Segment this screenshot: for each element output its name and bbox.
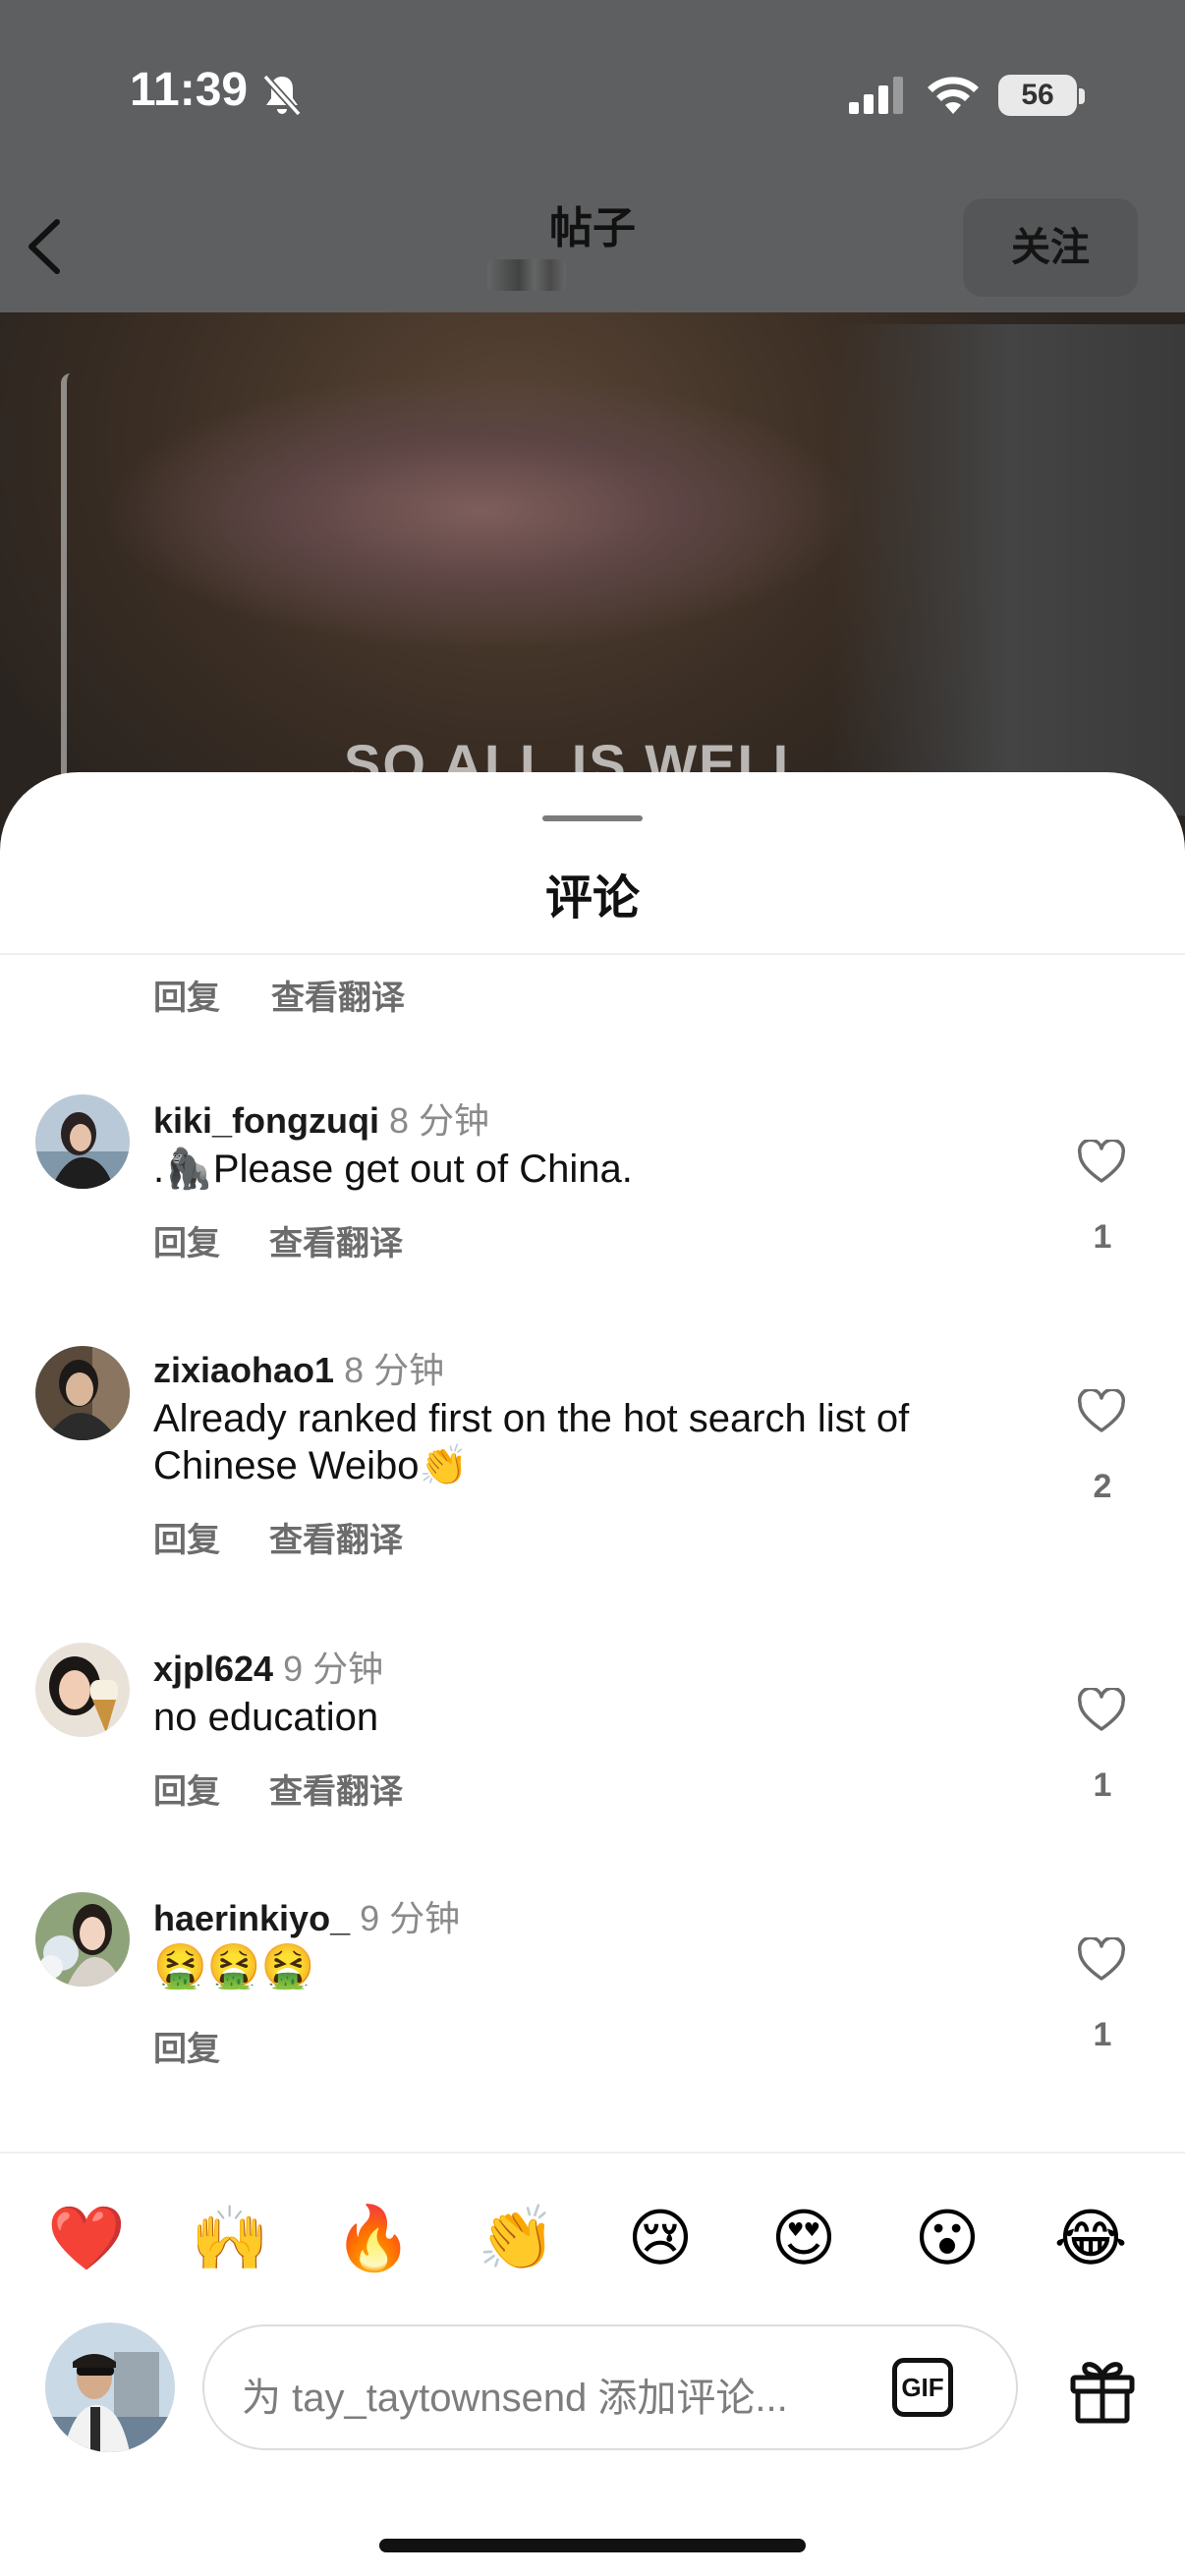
translate-button[interactable]: 查看翻译	[269, 1764, 403, 1813]
avatar[interactable]	[35, 1094, 130, 1189]
sheet-drag-handle[interactable]	[542, 815, 643, 821]
translate-button[interactable]: 查看翻译	[269, 1513, 403, 1561]
emoji-clap[interactable]: 👏	[478, 2199, 556, 2277]
heart-icon[interactable]	[1077, 1389, 1126, 1434]
reply-button[interactable]: 回复	[153, 1216, 220, 1264]
comment-text: 🤮🤮🤮	[153, 1942, 315, 1990]
reply-button[interactable]: 回复	[153, 1764, 220, 1813]
comments-title: 评论	[544, 872, 640, 924]
avatar[interactable]	[35, 1346, 130, 1440]
heart-icon[interactable]	[1077, 1140, 1126, 1185]
comment-list-divider	[0, 2152, 1185, 2154]
comment-text: no education	[153, 1696, 379, 1739]
comment-time: 9 分钟	[360, 1898, 461, 1938]
emoji-surprised[interactable]: 😮	[908, 2199, 987, 2277]
gift-icon[interactable]	[1067, 2354, 1138, 2425]
earphone-wire	[61, 373, 81, 786]
like-count: 1	[1093, 2016, 1112, 2053]
translate-button[interactable]: 查看翻译	[269, 1216, 403, 1264]
my-avatar	[45, 2323, 175, 2452]
comment-header: xjpl624 9 分钟	[153, 1641, 383, 1692]
comment-input-placeholder: 为 tay_taytownsend 添加评论...	[242, 2377, 788, 2420]
comment-input[interactable]: 为 tay_taytownsend 添加评论... GIF	[202, 2324, 1018, 2450]
emoji-heart[interactable]: ❤️	[47, 2199, 126, 2277]
sheet-divider	[0, 953, 1185, 955]
battery-icon: 56	[998, 75, 1077, 116]
like-count: 1	[1093, 1766, 1112, 1804]
comment-header: kiki_fongzuqi 8 分钟	[153, 1092, 489, 1144]
translate-button[interactable]: 查看翻译	[271, 971, 405, 1019]
comment-username[interactable]: haerinkiyo_	[153, 1898, 350, 1938]
status-time: 11:39	[130, 64, 249, 116]
comment-username[interactable]: kiki_fongzuqi	[153, 1100, 379, 1141]
comment-header: zixiaohao1 8 分钟	[153, 1342, 444, 1393]
heart-icon[interactable]	[1077, 1937, 1126, 1983]
reply-button[interactable]: 回复	[153, 2022, 220, 2070]
comment-header: haerinkiyo_ 9 分钟	[153, 1890, 460, 1941]
emoji-heart-eyes[interactable]: 😍	[764, 2199, 843, 2277]
avatar[interactable]	[35, 1643, 130, 1737]
battery-cap	[1079, 88, 1085, 104]
comment-text: .🦍Please get out of China.	[153, 1148, 633, 1191]
like-count: 1	[1093, 1218, 1112, 1256]
heart-icon[interactable]	[1077, 1688, 1126, 1733]
signal-icon	[849, 77, 903, 114]
emoji-laughing[interactable]: 😂	[1051, 2199, 1130, 2277]
reply-button[interactable]: 回复	[153, 971, 220, 1019]
image-shadow	[831, 324, 1185, 815]
bell-off-icon	[262, 74, 302, 117]
reply-button[interactable]: 回复	[153, 1513, 220, 1561]
like-count: 2	[1093, 1468, 1112, 1505]
emoji-raised-hands[interactable]: 🙌	[191, 2199, 269, 2277]
comment-username[interactable]: zixiaohao1	[153, 1350, 334, 1390]
comment-time: 8 分钟	[344, 1350, 445, 1390]
follow-button[interactable]: 关注	[963, 198, 1138, 297]
wifi-icon	[928, 77, 979, 114]
comment-text: Already ranked first on the hot search l…	[153, 1397, 910, 1487]
comment-time: 9 分钟	[283, 1649, 384, 1689]
avatar[interactable]	[35, 1892, 130, 1987]
comment-actions: 回复 查看翻译	[153, 1216, 403, 1264]
emoji-fire[interactable]: 🔥	[334, 2199, 413, 2277]
comment-actions: 回复	[153, 2022, 269, 2070]
comment-time: 8 分钟	[389, 1100, 490, 1141]
username-subtitle	[487, 259, 566, 291]
comment-username[interactable]: xjpl624	[153, 1649, 273, 1689]
comment-actions: 回复 查看翻译	[153, 1764, 403, 1813]
home-indicator[interactable]	[379, 2539, 806, 2552]
emoji-crying[interactable]: 😢	[621, 2199, 700, 2277]
gif-button[interactable]: GIF	[892, 2358, 953, 2417]
comment-actions: 回复 查看翻译	[153, 1513, 403, 1561]
